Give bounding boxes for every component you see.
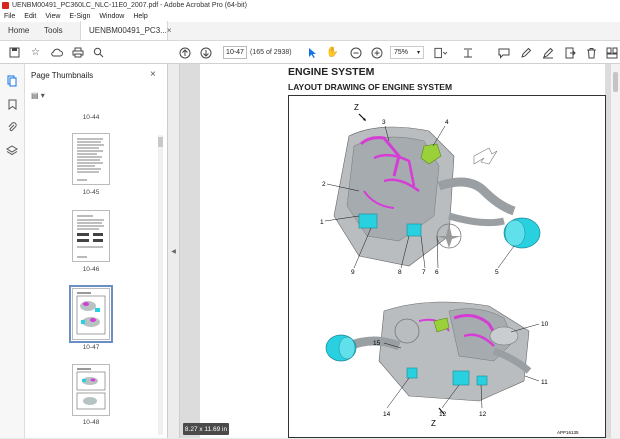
upload-cloud-icon[interactable] (50, 46, 63, 59)
zoom-level-select[interactable]: 75% ▾ (390, 46, 424, 59)
callout-5: 5 (495, 269, 499, 276)
callout-8: 8 (398, 269, 402, 276)
callout-1: 1 (320, 219, 324, 226)
layers-icon[interactable] (6, 145, 18, 157)
menu-esign[interactable]: E-Sign (69, 13, 90, 20)
close-panel-icon[interactable]: × (150, 69, 156, 80)
tab-document-label: UENBM00491_PC3... (89, 26, 167, 35)
select-cursor-icon[interactable] (305, 46, 318, 59)
thumbnail-label-10-45: 10-45 (82, 189, 100, 196)
page-thumbnails-icon[interactable] (6, 75, 18, 87)
page-subheading: LAYOUT DRAWING OF ENGINE SYSTEM (288, 82, 453, 92)
export-pdf-icon[interactable] (563, 46, 576, 59)
menu-view[interactable]: View (45, 13, 60, 20)
tab-tools[interactable]: Tools (36, 21, 80, 40)
save-icon[interactable] (8, 46, 21, 59)
page-thumbnail-10-45[interactable] (72, 133, 110, 185)
organize-pages-icon[interactable] (605, 46, 618, 59)
tab-home-label: Home (8, 26, 30, 35)
tab-home[interactable]: Home (0, 21, 36, 40)
menu-file[interactable]: File (4, 13, 15, 20)
panel-title: Page Thumbnails (31, 71, 94, 80)
top-engine-drawing: Z 3 4 2 1 9 8 7 6 5 (320, 103, 541, 276)
callout-z-top: Z (354, 103, 359, 112)
callout-15: 15 (373, 340, 381, 347)
tab-bar: Home Tools UENBM00491_PC3... × (0, 21, 620, 41)
tab-document[interactable]: UENBM00491_PC3... × (80, 21, 172, 40)
thumbnails-scrollbar-thumb[interactable] (158, 137, 163, 147)
callout-9: 9 (351, 269, 355, 276)
menu-help[interactable]: Help (133, 13, 147, 20)
callout-z-bottom: Z (431, 419, 436, 428)
callout-10: 10 (541, 321, 549, 328)
panel-collapse-handle[interactable]: ◀ (168, 64, 180, 438)
fill-sign-icon[interactable] (541, 46, 554, 59)
zoom-out-icon[interactable] (349, 46, 362, 59)
bookmark-star-icon[interactable]: ☆ (29, 46, 42, 59)
page-thumbnail-10-47[interactable] (69, 285, 113, 343)
attachments-icon[interactable] (6, 121, 18, 133)
previous-page-icon[interactable] (178, 46, 191, 59)
callout-11: 11 (541, 379, 548, 386)
page-thumbnail-10-46[interactable] (72, 210, 110, 262)
page-display-icon[interactable] (434, 46, 447, 59)
search-icon[interactable] (92, 46, 105, 59)
navigation-rail (0, 64, 25, 438)
window-title: UENBM00491_PC360LC_NLC-11E0_2007.pdf - A… (12, 2, 247, 9)
print-icon[interactable] (71, 46, 84, 59)
zoom-in-icon[interactable] (370, 46, 383, 59)
next-page-icon[interactable] (199, 46, 212, 59)
callout-3: 3 (382, 119, 386, 126)
bottom-engine-drawing: 10 15 11 14 12 Z 12 (325, 301, 549, 428)
thumbnail-label-10-46: 10-46 (82, 266, 100, 273)
zoom-level-value: 75% (394, 49, 409, 56)
tab-tools-label: Tools (44, 26, 63, 35)
callout-2: 2 (322, 181, 326, 188)
figure-code: APP16135 (557, 430, 579, 435)
callout-12-b: 12 (479, 411, 487, 418)
delete-icon[interactable] (585, 46, 598, 59)
main-toolbar: ☆ 10-47 (165 of 2938) ✋ 75% ▾ (0, 41, 620, 64)
title-bar: UENBM00491_PC360LC_NLC-11E0_2007.pdf - A… (0, 0, 620, 11)
comment-icon[interactable] (497, 46, 510, 59)
thumbnail-label-10-47: 10-47 (82, 344, 100, 351)
scroll-mode-icon[interactable] (461, 46, 474, 59)
menu-edit[interactable]: Edit (24, 13, 36, 20)
close-tab-icon[interactable]: × (167, 26, 172, 35)
callout-14: 14 (383, 411, 391, 418)
page-heading: ENGINE SYSTEM (288, 66, 375, 78)
thumbnail-label-10-44: 10-44 (82, 114, 100, 121)
bookmarks-icon[interactable] (6, 98, 18, 110)
engine-layout-figure: Z 3 4 2 1 9 8 7 6 5 10 15 11 14 12 Z 12 … (288, 95, 606, 438)
page-size-badge: 8.27 x 11.69 in (183, 423, 229, 435)
chevron-down-icon: ▾ (416, 50, 420, 56)
hand-tool-icon[interactable]: ✋ (326, 46, 339, 59)
highlight-pen-icon[interactable] (519, 46, 532, 59)
thumbnails-scrollbar[interactable] (158, 135, 163, 435)
callout-12-a: 12 (439, 411, 447, 418)
callout-6: 6 (435, 269, 439, 276)
callout-7: 7 (422, 269, 426, 276)
document-scrollbar[interactable] (611, 64, 620, 438)
page-thumbnail-10-48[interactable] (72, 364, 110, 416)
acrobat-app-icon (2, 2, 9, 9)
document-scrollbar-thumb[interactable] (613, 72, 618, 92)
thumbnail-options-menu[interactable]: ▤ ▾ (31, 91, 45, 100)
thumbnail-label-10-48: 10-48 (82, 419, 100, 426)
page-count: (165 of 2938) (250, 49, 292, 56)
page-number-input[interactable]: 10-47 (223, 46, 247, 59)
callout-4: 4 (445, 119, 449, 126)
menu-window[interactable]: Window (99, 13, 124, 20)
